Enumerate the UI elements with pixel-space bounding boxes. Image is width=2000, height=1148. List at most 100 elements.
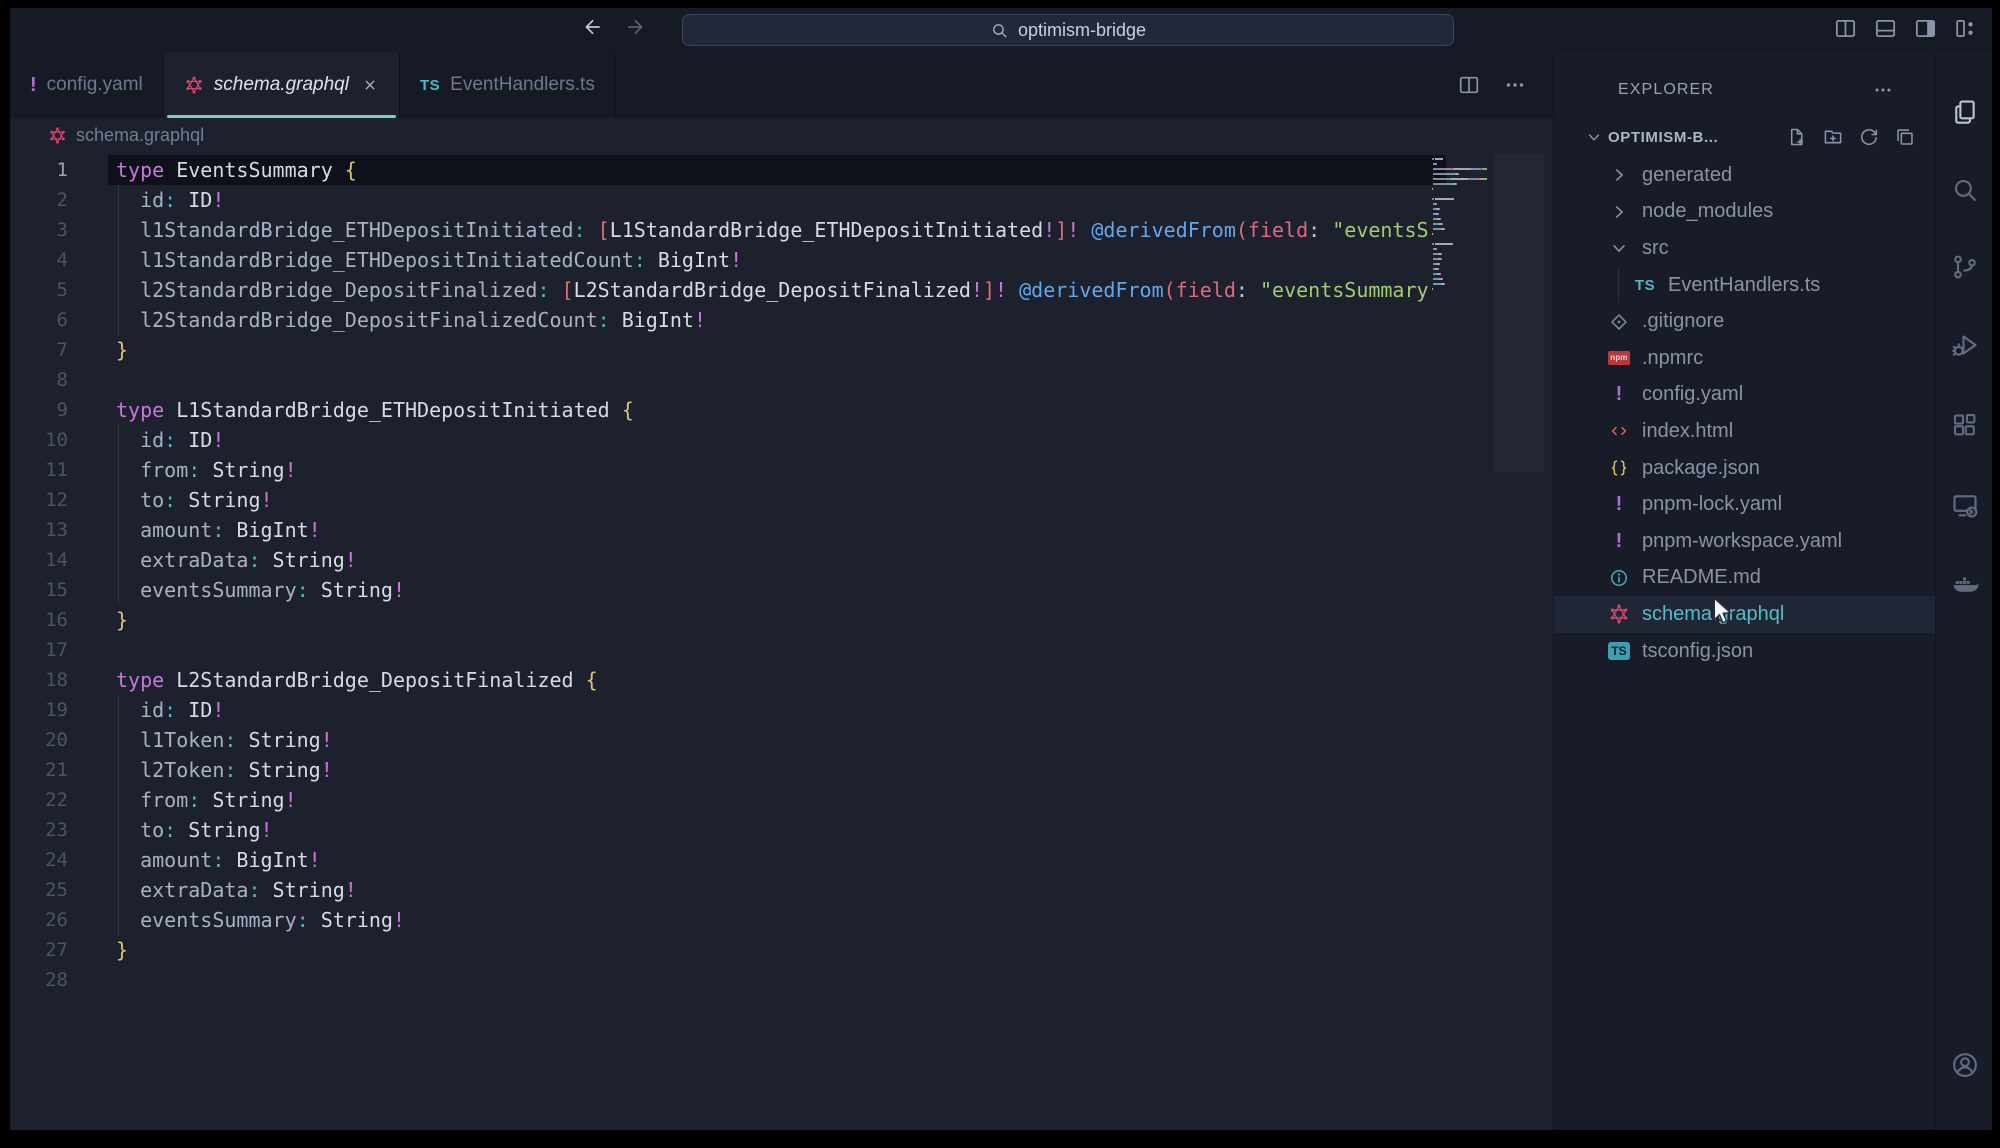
- chevron-right-icon: [1608, 201, 1630, 223]
- code-line: id: ID!: [108, 185, 1446, 215]
- project-root-row[interactable]: OPTIMISM-B...: [1554, 120, 1936, 154]
- file-tree: generated node_modulessrcTSEventHandlers.…: [1554, 157, 1936, 669]
- breadcrumb[interactable]: schema.graphql: [10, 118, 1553, 152]
- tab-label: EventHandlers.ts: [450, 74, 595, 96]
- code-content: type EventsSummary { id: ID! l1StandardB…: [108, 155, 1446, 995]
- file-schema-graphql[interactable]: schema.graphql: [1554, 596, 1936, 633]
- activity-search-icon[interactable]: [1936, 168, 1992, 212]
- split-editor-icon[interactable]: [1457, 73, 1481, 97]
- tab-schema-graphql[interactable]: schema.graphql: [164, 52, 400, 118]
- code-line: amount: BigInt!: [108, 515, 1446, 545]
- vscode-window: optimism-bridge ! config.yaml schema.graph…: [10, 8, 1992, 1130]
- tab-label: schema.graphql: [214, 74, 349, 96]
- tab-label: config.yaml: [47, 74, 143, 96]
- ellipsis-icon[interactable]: [1872, 79, 1894, 101]
- code-line: l1StandardBridge_ETHDepositInitiated: [L…: [108, 215, 1446, 245]
- code-editor[interactable]: 1234567891011121314151617181920212223242…: [10, 152, 1553, 1130]
- yaml-warning-icon: !: [1616, 383, 1623, 406]
- editor-group: ! config.yaml schema.graphql TSEventHandler…: [10, 52, 1553, 1130]
- docker-icon: [1950, 570, 1980, 600]
- split-editor-icon[interactable]: [1833, 16, 1858, 41]
- code-line: eventsSummary: String!: [108, 905, 1446, 935]
- file-pnpm-workspace-yaml[interactable]: !pnpm-workspace.yaml: [1554, 523, 1936, 560]
- file-generated[interactable]: generated: [1554, 157, 1936, 194]
- code-line: type L2StandardBridge_DepositFinalized {: [108, 665, 1446, 695]
- new-file-icon[interactable]: [1786, 126, 1808, 148]
- collapse-all-icon[interactable]: [1894, 126, 1916, 148]
- file-readme-md[interactable]: README.md: [1554, 560, 1936, 597]
- file-node-modules[interactable]: node_modules: [1554, 194, 1936, 231]
- file-src[interactable]: src: [1554, 230, 1936, 267]
- code-line: [108, 965, 1446, 995]
- minimap[interactable]: [1432, 158, 1490, 298]
- file-label: node_modules: [1642, 200, 1773, 223]
- new-folder-icon[interactable]: [1822, 126, 1844, 148]
- code-line: [108, 365, 1446, 395]
- title-bar: optimism-bridge: [10, 8, 1992, 52]
- file-tsconfig-json[interactable]: TStsconfig.json: [1554, 633, 1936, 670]
- code-line: id: ID!: [108, 695, 1446, 725]
- chevron-right-icon: [1608, 164, 1630, 186]
- history-nav: [580, 15, 648, 39]
- search-value: optimism-bridge: [1018, 20, 1146, 41]
- code-line: l2StandardBridge_DepositFinalizedCount: …: [108, 305, 1446, 335]
- html-icon: [1608, 420, 1630, 442]
- file--gitignore[interactable]: .gitignore: [1554, 303, 1936, 340]
- layout-customize-icon[interactable]: [1953, 16, 1978, 41]
- refresh-icon[interactable]: [1858, 126, 1880, 148]
- activity-source-control-icon[interactable]: [1936, 245, 1992, 289]
- project-root-label: OPTIMISM-B...: [1608, 129, 1718, 146]
- activity-bar: [1935, 52, 1992, 1130]
- panel-bottom-icon[interactable]: [1873, 16, 1898, 41]
- file-config-yaml[interactable]: !config.yaml: [1554, 377, 1936, 414]
- command-center-search[interactable]: optimism-bridge: [682, 14, 1454, 46]
- file--npmrc[interactable]: npm.npmrc: [1554, 340, 1936, 377]
- json-icon: [1608, 457, 1630, 479]
- file-pnpm-lock-yaml[interactable]: !pnpm-lock.yaml: [1554, 486, 1936, 523]
- file-label: .npmrc: [1642, 347, 1703, 370]
- activity-files-icon[interactable]: [1936, 90, 1992, 134]
- activity-extensions-icon[interactable]: [1936, 403, 1992, 447]
- close-icon[interactable]: [361, 76, 379, 94]
- graphql-icon: [48, 126, 67, 145]
- code-line: type L1StandardBridge_ETHDepositInitiate…: [108, 395, 1446, 425]
- file-eventhandlers-ts[interactable]: TSEventHandlers.ts: [1554, 267, 1936, 304]
- activity-remote-icon[interactable]: [1936, 483, 1992, 527]
- chevron-down-icon[interactable]: [1584, 127, 1604, 147]
- info-icon: [1608, 567, 1630, 589]
- file-label: pnpm-workspace.yaml: [1642, 530, 1842, 553]
- code-line: to: String!: [108, 815, 1446, 845]
- tab-config-yaml[interactable]: ! config.yaml: [10, 52, 164, 118]
- file-label: tsconfig.json: [1642, 640, 1753, 663]
- code-line: extraData: String!: [108, 545, 1446, 575]
- code-line: }: [108, 935, 1446, 965]
- yaml-warning-icon: !: [30, 74, 37, 97]
- remote-icon: [1950, 490, 1980, 520]
- chevron-down-icon: [1608, 237, 1630, 259]
- graphql-icon: [1608, 603, 1630, 625]
- arrow-right-icon[interactable]: [624, 15, 648, 39]
- yaml-warning-icon: !: [1616, 493, 1623, 516]
- code-line: extraData: String!: [108, 875, 1446, 905]
- code-line: from: String!: [108, 455, 1446, 485]
- file-label: generated: [1642, 164, 1732, 187]
- code-line: type EventsSummary {: [108, 155, 1446, 185]
- code-line: }: [108, 335, 1446, 365]
- file-package-json[interactable]: package.json: [1554, 450, 1936, 487]
- sidebar-right-icon[interactable]: [1913, 16, 1938, 41]
- code-line: eventsSummary: String!: [108, 575, 1446, 605]
- code-line: to: String!: [108, 485, 1446, 515]
- file-label: package.json: [1642, 457, 1760, 480]
- code-line: l1Token: String!: [108, 725, 1446, 755]
- file-index-html[interactable]: index.html: [1554, 413, 1936, 450]
- editor-scrollbar[interactable]: [1494, 154, 1544, 472]
- tab-eventhandlers-ts[interactable]: TSEventHandlers.ts: [400, 52, 616, 118]
- explorer-sidebar: EXPLORER OPTIMISM-B... generatednode_mod…: [1553, 52, 1936, 1130]
- activity-account-icon[interactable]: [1936, 1043, 1992, 1087]
- code-line: }: [108, 605, 1446, 635]
- breadcrumb-label: schema.graphql: [76, 125, 204, 146]
- ellipsis-icon[interactable]: [1503, 73, 1527, 97]
- activity-docker-icon[interactable]: [1936, 563, 1992, 607]
- activity-debug-icon[interactable]: [1936, 323, 1992, 367]
- arrow-left-icon[interactable]: [580, 15, 604, 39]
